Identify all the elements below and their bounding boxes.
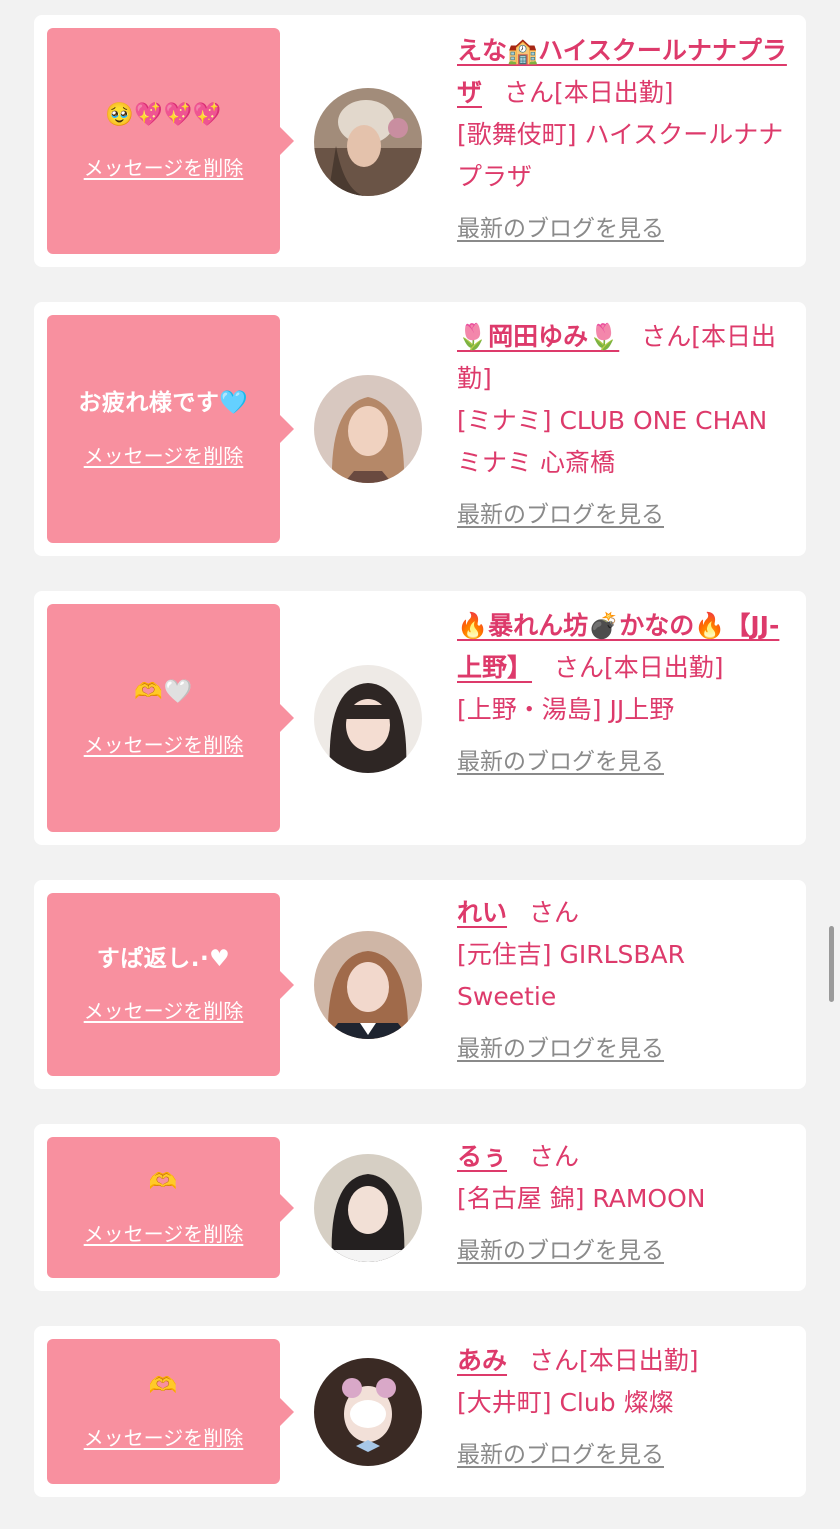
delete-message-link[interactable]: メッセージを削除 [84, 995, 244, 1024]
message-card: すぱ返し.·♥ メッセージを削除 れい さん [元住吉] GIRLSBAR Swe… [34, 880, 806, 1089]
blog-link[interactable]: 最新のブログを見る [457, 747, 792, 777]
status-badge: [本日出勤] [579, 1346, 699, 1375]
shop-label: [ミナミ] CLUB ONE CHAN ミナミ 心斎橋 [457, 406, 768, 477]
shop-label: [大井町] Club 燦燦 [457, 1388, 674, 1417]
message-card: 🫶 メッセージを削除 あみ さん[本日出勤] [大井町] Club 燦燦 最新のブ… [34, 1326, 806, 1497]
message-bubble: 🫶🤍 メッセージを削除 [47, 604, 294, 832]
status-badge: [本日出勤] [554, 78, 674, 107]
blog-link[interactable]: 最新のブログを見る [457, 1440, 792, 1470]
message-text: すぱ返し.·♥ [96, 945, 231, 972]
blog-link[interactable]: 最新のブログを見る [457, 500, 792, 530]
message-card: お疲れ様です🩵 メッセージを削除 🌷岡田ゆみ🌷 さん[本日出勤] [ミナミ] CL… [34, 302, 806, 556]
girl-info: れい さん [元住吉] GIRLSBAR Sweetie 最新のブログを見る [457, 892, 792, 1064]
avatar[interactable] [314, 1154, 422, 1262]
shop-label: [元住吉] GIRLSBAR Sweetie [457, 940, 685, 1011]
message-bubble: お疲れ様です🩵 メッセージを削除 [47, 315, 294, 543]
message-bubble: 🫶 メッセージを削除 [47, 1137, 294, 1278]
honorific: さん [504, 78, 555, 107]
status-badge: [本日出勤] [604, 653, 724, 682]
name-line: 🔥暴れん坊💣かなの🔥【JJ-上野】 さん[本日出勤] [457, 605, 792, 689]
message-text: 🥹💖💖💖 [105, 102, 222, 129]
avatar-photo-icon [314, 665, 422, 773]
blog-link[interactable]: 最新のブログを見る [457, 214, 792, 244]
girl-info: 🔥暴れん坊💣かなの🔥【JJ-上野】 さん[本日出勤] [上野・湯島] JJ上野 最… [457, 605, 792, 777]
blog-link[interactable]: 最新のブログを見る [457, 1034, 792, 1064]
avatar[interactable] [314, 931, 422, 1039]
name-line: るぅ さん [457, 1136, 792, 1178]
girl-name-link[interactable]: 🌷岡田ゆみ🌷 [457, 322, 619, 351]
girl-info: 🌷岡田ゆみ🌷 さん[本日出勤] [ミナミ] CLUB ONE CHAN ミナミ 心… [457, 316, 792, 530]
message-card: 🫶🤍 メッセージを削除 🔥暴れん坊💣かなの🔥【JJ-上野】 さん[本日出勤] [上… [34, 591, 806, 845]
avatar-photo-icon [314, 1154, 422, 1262]
girl-info: あみ さん[本日出勤] [大井町] Club 燦燦 最新のブログを見る [457, 1340, 792, 1470]
avatar-photo-icon [314, 931, 422, 1039]
message-card: 🫶 メッセージを削除 るぅ さん [名古屋 錦] RAMOON 最新のブログを見る [34, 1124, 806, 1291]
avatar-photo-icon [314, 88, 422, 196]
shop-label: [歌舞伎町] ハイスクールナナプラザ [457, 120, 784, 191]
delete-message-link[interactable]: メッセージを削除 [84, 440, 244, 469]
delete-message-link[interactable]: メッセージを削除 [84, 1218, 244, 1247]
name-line: あみ さん[本日出勤] [457, 1340, 792, 1382]
honorific: さん [554, 653, 605, 682]
delete-message-link[interactable]: メッセージを削除 [84, 1422, 244, 1451]
girl-name-link[interactable]: あみ [457, 1346, 507, 1375]
honorific: さん [529, 1346, 580, 1375]
message-text: お疲れ様です🩵 [78, 390, 249, 417]
girl-name-link[interactable]: れい [457, 898, 507, 927]
girl-info: るぅ さん [名古屋 錦] RAMOON 最新のブログを見る [457, 1136, 792, 1266]
avatar[interactable] [314, 375, 422, 483]
girl-info: えな🏫ハイスクールナナプラザ さん[本日出勤] [歌舞伎町] ハイスクールナナプラ… [457, 30, 792, 244]
delete-message-link[interactable]: メッセージを削除 [84, 729, 244, 758]
message-bubble: 🫶 メッセージを削除 [47, 1339, 294, 1484]
name-line: 🌷岡田ゆみ🌷 さん[本日出勤] [457, 316, 792, 400]
delete-message-link[interactable]: メッセージを削除 [84, 152, 244, 181]
avatar-photo-icon [314, 1358, 422, 1466]
message-bubble: 🥹💖💖💖 メッセージを削除 [47, 28, 294, 254]
avatar[interactable] [314, 665, 422, 773]
name-line: えな🏫ハイスクールナナプラザ さん[本日出勤] [457, 30, 792, 114]
message-text: 🫶 [148, 1372, 179, 1399]
name-line: れい さん [457, 892, 792, 934]
shop-label: [名古屋 錦] RAMOON [457, 1184, 706, 1213]
honorific: さん [529, 898, 580, 927]
avatar[interactable] [314, 1358, 422, 1466]
honorific: さん [529, 1142, 580, 1171]
scrollbar[interactable] [829, 926, 834, 1002]
message-card: 🥹💖💖💖 メッセージを削除 えな🏫ハイスクールナナプラザ さん[本日出勤] [歌舞… [34, 15, 806, 267]
message-bubble: すぱ返し.·♥ メッセージを削除 [47, 893, 294, 1076]
blog-link[interactable]: 最新のブログを見る [457, 1236, 792, 1266]
avatar[interactable] [314, 88, 422, 196]
girl-name-link[interactable]: るぅ [457, 1142, 507, 1171]
message-text: 🫶🤍 [134, 679, 193, 706]
avatar-photo-icon [314, 375, 422, 483]
message-text: 🫶 [148, 1168, 179, 1195]
shop-label: [上野・湯島] JJ上野 [457, 695, 675, 724]
honorific: さん [641, 322, 692, 351]
